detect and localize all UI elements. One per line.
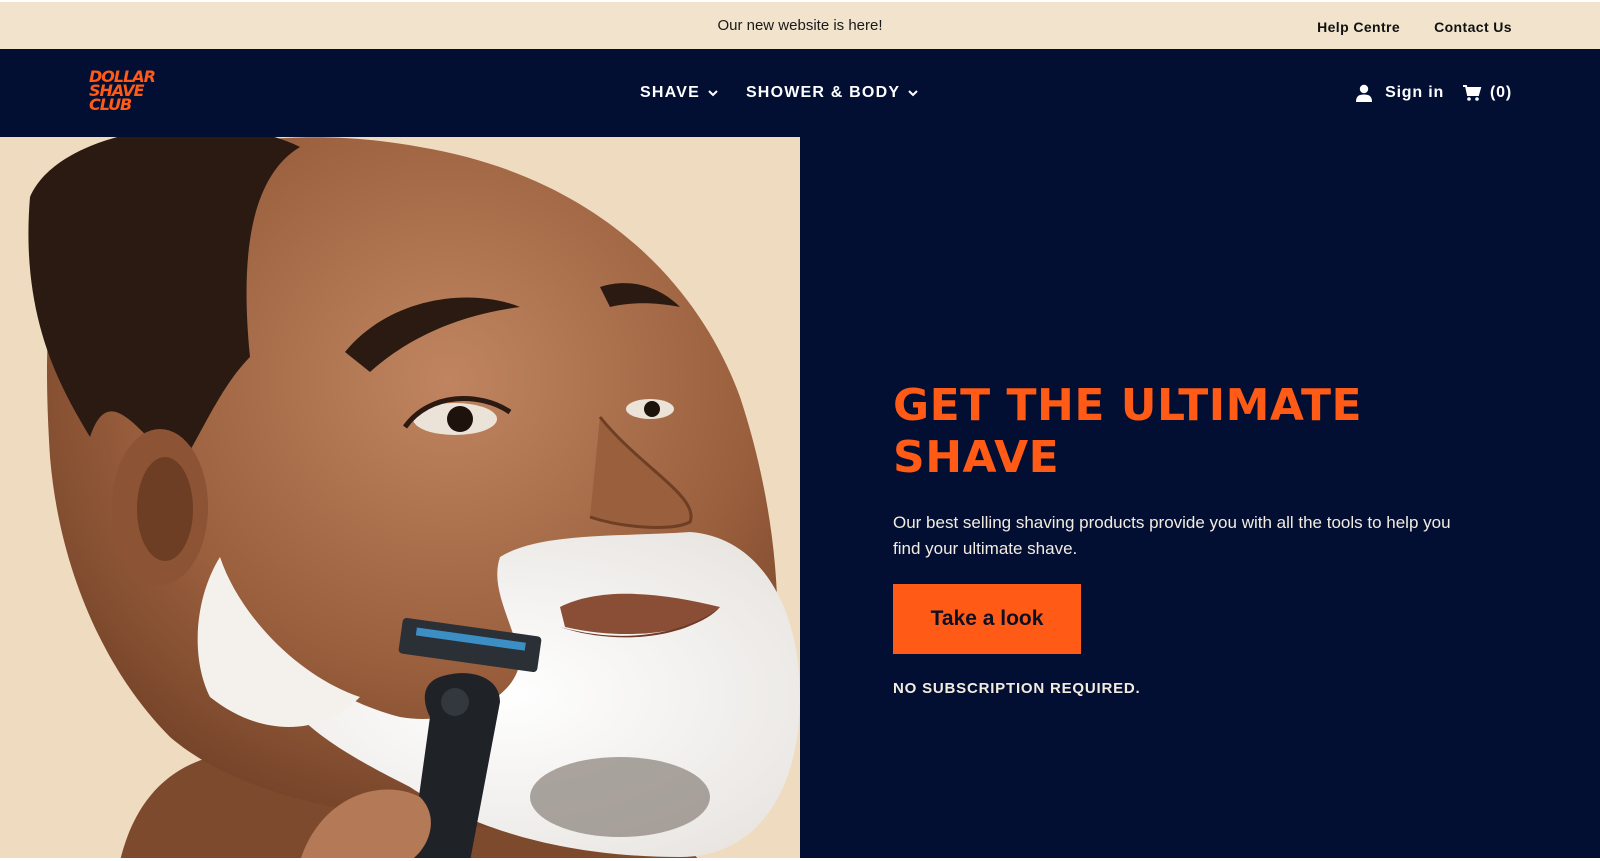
hero-description: Our best selling shaving products provid… — [893, 513, 1451, 558]
chevron-down-icon — [908, 90, 918, 97]
sign-in-label: Sign in — [1385, 84, 1445, 101]
hero-image — [0, 137, 800, 861]
logo-line-3: CLUB — [89, 95, 132, 114]
contact-us-link[interactable]: Contact Us — [1434, 19, 1512, 35]
cart-count: (0) — [1490, 84, 1512, 101]
hero-content: GET THE ULTIMATE SHAVE Our best selling … — [893, 380, 1473, 697]
no-subscription-note: NO SUBSCRIPTION REQUIRED. — [893, 680, 1141, 697]
take-a-look-button[interactable]: Take a look — [893, 584, 1081, 654]
page: Our new website is here! Help Centre Con… — [0, 0, 1600, 861]
hero-section: GET THE ULTIMATE SHAVE Our best selling … — [0, 137, 1600, 861]
nav-item-shave[interactable]: SHAVE — [640, 84, 718, 102]
nav-item-shower-body[interactable]: SHOWER & BODY — [746, 84, 918, 102]
user-icon — [1356, 84, 1373, 102]
cart-button[interactable]: (0) — [1462, 84, 1512, 102]
help-centre-link[interactable]: Help Centre — [1317, 19, 1400, 35]
nav-item-label: SHOWER & BODY — [745, 84, 901, 101]
utility-links: Help Centre Contact Us — [1317, 2, 1512, 51]
announcement-bar: Our new website is here! Help Centre Con… — [0, 0, 1600, 49]
chevron-down-icon — [708, 90, 718, 97]
nav-item-label: SHAVE — [640, 84, 700, 101]
sign-in-button[interactable]: Sign in — [1355, 84, 1444, 102]
man-shaving-illustration — [0, 137, 800, 861]
cart-icon — [1463, 85, 1482, 101]
hero-title: GET THE ULTIMATE SHAVE — [893, 380, 1363, 483]
announcement-text: Our new website is here! — [717, 17, 883, 34]
site-header: DOLLAR SHAVE CLUB SHAVE SHOWER & BODY Si… — [0, 49, 1600, 137]
main-nav: SHAVE SHOWER & BODY — [640, 49, 918, 137]
logo[interactable]: DOLLAR SHAVE CLUB — [89, 69, 179, 118]
account-controls: Sign in (0) — [1355, 49, 1512, 137]
